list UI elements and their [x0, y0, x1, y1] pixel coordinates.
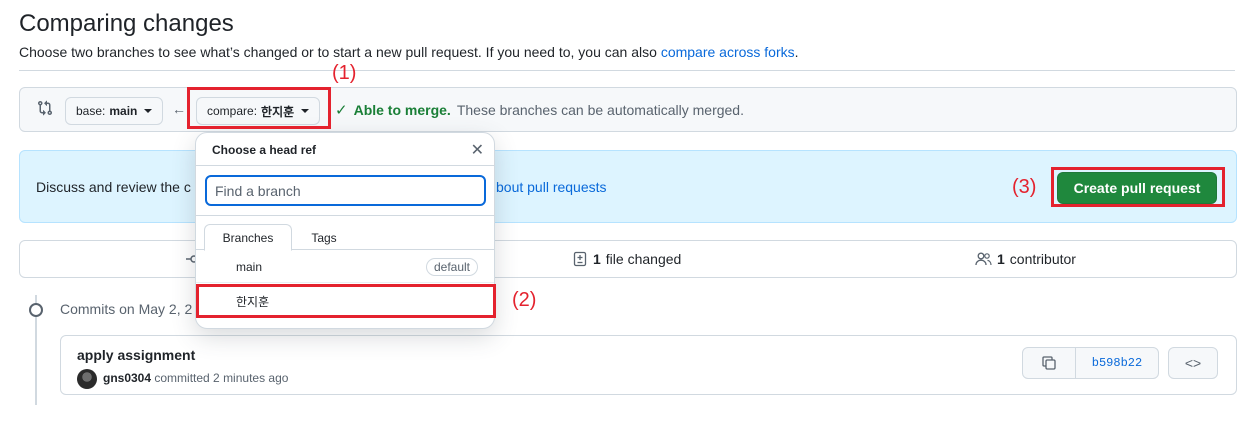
copy-sha-button[interactable]	[1023, 348, 1076, 378]
commit-time: committed 2 minutes ago	[154, 371, 289, 385]
branch-name: main	[236, 260, 263, 274]
merge-status: ✓ Able to merge. These branches can be a…	[335, 101, 744, 119]
people-icon	[975, 252, 992, 266]
file-diff-icon	[573, 251, 587, 267]
merge-ok-label: Able to merge.	[353, 102, 451, 118]
branch-filter-input[interactable]	[205, 175, 486, 206]
annotation-label-2: (2)	[512, 289, 537, 311]
files-label: file changed	[605, 251, 682, 267]
base-branch-name: main	[109, 104, 138, 118]
branch-item-main[interactable]: main default	[196, 250, 494, 283]
dropdown-tabs: Branches Tags	[196, 216, 494, 251]
caret-down-icon	[144, 109, 153, 113]
files-count: 1	[593, 251, 601, 267]
browse-code-button[interactable]: <>	[1168, 347, 1218, 379]
contributors-label: contributor	[1009, 251, 1076, 267]
annotation-label-3: (3)	[1012, 176, 1037, 198]
close-icon[interactable]: ✕	[471, 140, 484, 160]
contributors-count: 1	[997, 251, 1005, 267]
dropdown-header: Choose a head ref ✕	[196, 133, 494, 166]
page-subtitle: Choose two branches to see what’s change…	[19, 44, 799, 60]
annotation-label-1: (1)	[332, 62, 357, 84]
dropdown-title: Choose a head ref	[212, 143, 317, 157]
merge-text: These branches can be automatically merg…	[456, 102, 744, 118]
subtitle-end: .	[794, 44, 799, 60]
copy-icon	[1042, 356, 1056, 370]
compare-across-forks-link[interactable]: compare across forks	[661, 44, 795, 60]
git-compare-icon	[38, 100, 53, 116]
annotation-box-3	[1051, 167, 1225, 207]
tab-tags[interactable]: Tags	[304, 224, 344, 251]
contributors-stat[interactable]: 1 contributor	[975, 251, 1076, 267]
default-badge: default	[425, 258, 478, 276]
commit-author[interactable]: gns0304	[103, 371, 151, 385]
commit-meta: gns0304 committed 2 minutes ago	[103, 371, 288, 385]
commit-row: apply assignment gns0304 committed 2 min…	[60, 335, 1237, 395]
learn-about-pull-requests-link[interactable]: bout pull requests	[496, 179, 607, 195]
code-icon: <>	[1184, 355, 1202, 371]
commits-date-header: Commits on May 2, 2	[60, 301, 193, 317]
tab-branches[interactable]: Branches	[204, 224, 292, 251]
base-prefix: base:	[76, 104, 106, 118]
sha-button-group: b598b22	[1022, 347, 1159, 379]
avatar[interactable]	[77, 369, 97, 389]
dropdown-filter	[196, 166, 494, 216]
arrow-left-icon: ←	[172, 101, 186, 117]
annotation-box-1	[187, 87, 331, 129]
page-title: Comparing changes	[19, 10, 234, 37]
discuss-text: Discuss and review the c	[36, 179, 191, 195]
commit-sha-link[interactable]: b598b22	[1076, 348, 1158, 378]
subtitle-text: Choose two branches to see what’s change…	[19, 44, 661, 60]
git-commit-icon	[29, 303, 43, 317]
commit-title[interactable]: apply assignment	[77, 347, 195, 363]
annotation-box-2	[196, 284, 496, 318]
check-icon: ✓	[335, 102, 348, 119]
files-changed-stat[interactable]: 1 file changed	[572, 251, 681, 267]
divider	[19, 70, 1235, 71]
base-branch-button[interactable]: base: main	[65, 97, 164, 125]
